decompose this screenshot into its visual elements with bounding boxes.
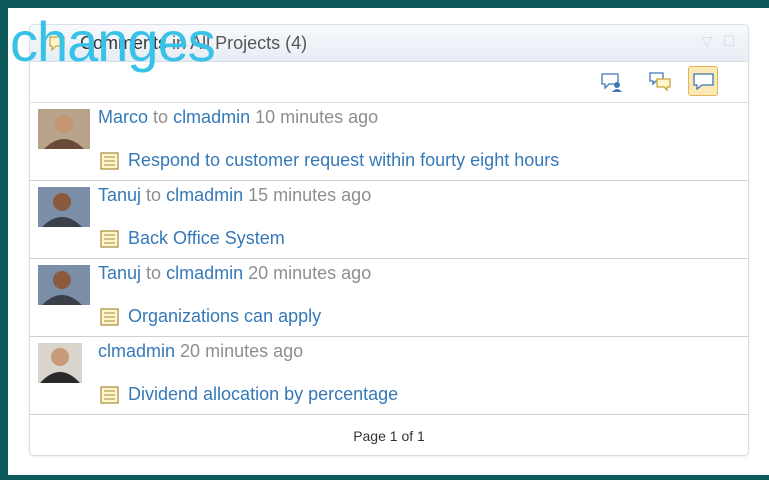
comment-to-label: to [146, 185, 162, 205]
comment-list: Marco to clmadmin 10 minutes ago Respond… [30, 103, 748, 415]
comment-time: 10 minutes ago [255, 107, 379, 127]
work-item-link[interactable]: Respond to customer request within fourt… [100, 150, 559, 171]
comment-meta: Tanuj to clmadmin 20 minutes ago [98, 263, 371, 284]
work-item-icon [100, 308, 119, 326]
comment-time: 20 minutes ago [248, 263, 372, 283]
comment-item: Tanuj to clmadmin 15 minutes ago Back Of… [30, 181, 748, 259]
comment-author-link[interactable]: clmadmin [98, 341, 175, 361]
work-item-icon [100, 152, 119, 170]
comment-meta: Marco to clmadmin 10 minutes ago [98, 107, 378, 128]
comment-author-link[interactable]: Tanuj [98, 185, 141, 205]
comment-time: 20 minutes ago [180, 341, 304, 361]
comment-item: Marco to clmadmin 10 minutes ago Respond… [30, 103, 748, 181]
work-item-title[interactable]: Back Office System [128, 228, 285, 248]
work-item-title[interactable]: Respond to customer request within fourt… [128, 150, 559, 170]
comments-icon [649, 72, 671, 92]
comment-recipient-link[interactable]: clmadmin [173, 107, 250, 127]
comment-recipient-link[interactable]: clmadmin [166, 185, 243, 205]
collapse-icon[interactable]: ▽ [700, 34, 714, 48]
overlay-caption: changes [10, 10, 216, 73]
comment-user-icon [601, 73, 622, 92]
pagination-label: Page 1 of 1 [353, 428, 425, 444]
comment-meta: Tanuj to clmadmin 15 minutes ago [98, 185, 371, 206]
work-item-title[interactable]: Organizations can apply [128, 306, 321, 326]
avatar[interactable] [38, 343, 82, 383]
work-item-icon [100, 386, 119, 404]
close-icon[interactable]: ☐ [722, 34, 736, 48]
comment-button[interactable] [688, 66, 718, 96]
comment-icon [693, 73, 714, 91]
comment-author-link[interactable]: Tanuj [98, 263, 141, 283]
widget-title-actions: ▽ ☐ [692, 33, 736, 51]
comments-widget: Comments in All Projects (4) ▽ ☐ Marco t… [29, 24, 749, 456]
comment-time: 15 minutes ago [248, 185, 372, 205]
comment-user-button[interactable] [596, 66, 626, 96]
comment-to-label: to [146, 263, 162, 283]
avatar[interactable] [38, 109, 90, 149]
comment-item: clmadmin 20 minutes ago Dividend allocat… [30, 337, 748, 415]
comment-author-link[interactable]: Marco [98, 107, 148, 127]
work-item-icon [100, 230, 119, 248]
work-item-title[interactable]: Dividend allocation by percentage [128, 384, 398, 404]
comment-recipient-link[interactable]: clmadmin [166, 263, 243, 283]
work-item-link[interactable]: Back Office System [100, 228, 285, 249]
comments-button[interactable] [644, 66, 674, 96]
avatar[interactable] [38, 187, 90, 227]
comment-to-label: to [153, 107, 169, 127]
work-item-link[interactable]: Organizations can apply [100, 306, 321, 327]
comment-meta: clmadmin 20 minutes ago [98, 341, 303, 362]
comment-item: Tanuj to clmadmin 20 minutes ago Organiz… [30, 259, 748, 337]
work-item-link[interactable]: Dividend allocation by percentage [100, 384, 398, 405]
avatar[interactable] [38, 265, 90, 305]
